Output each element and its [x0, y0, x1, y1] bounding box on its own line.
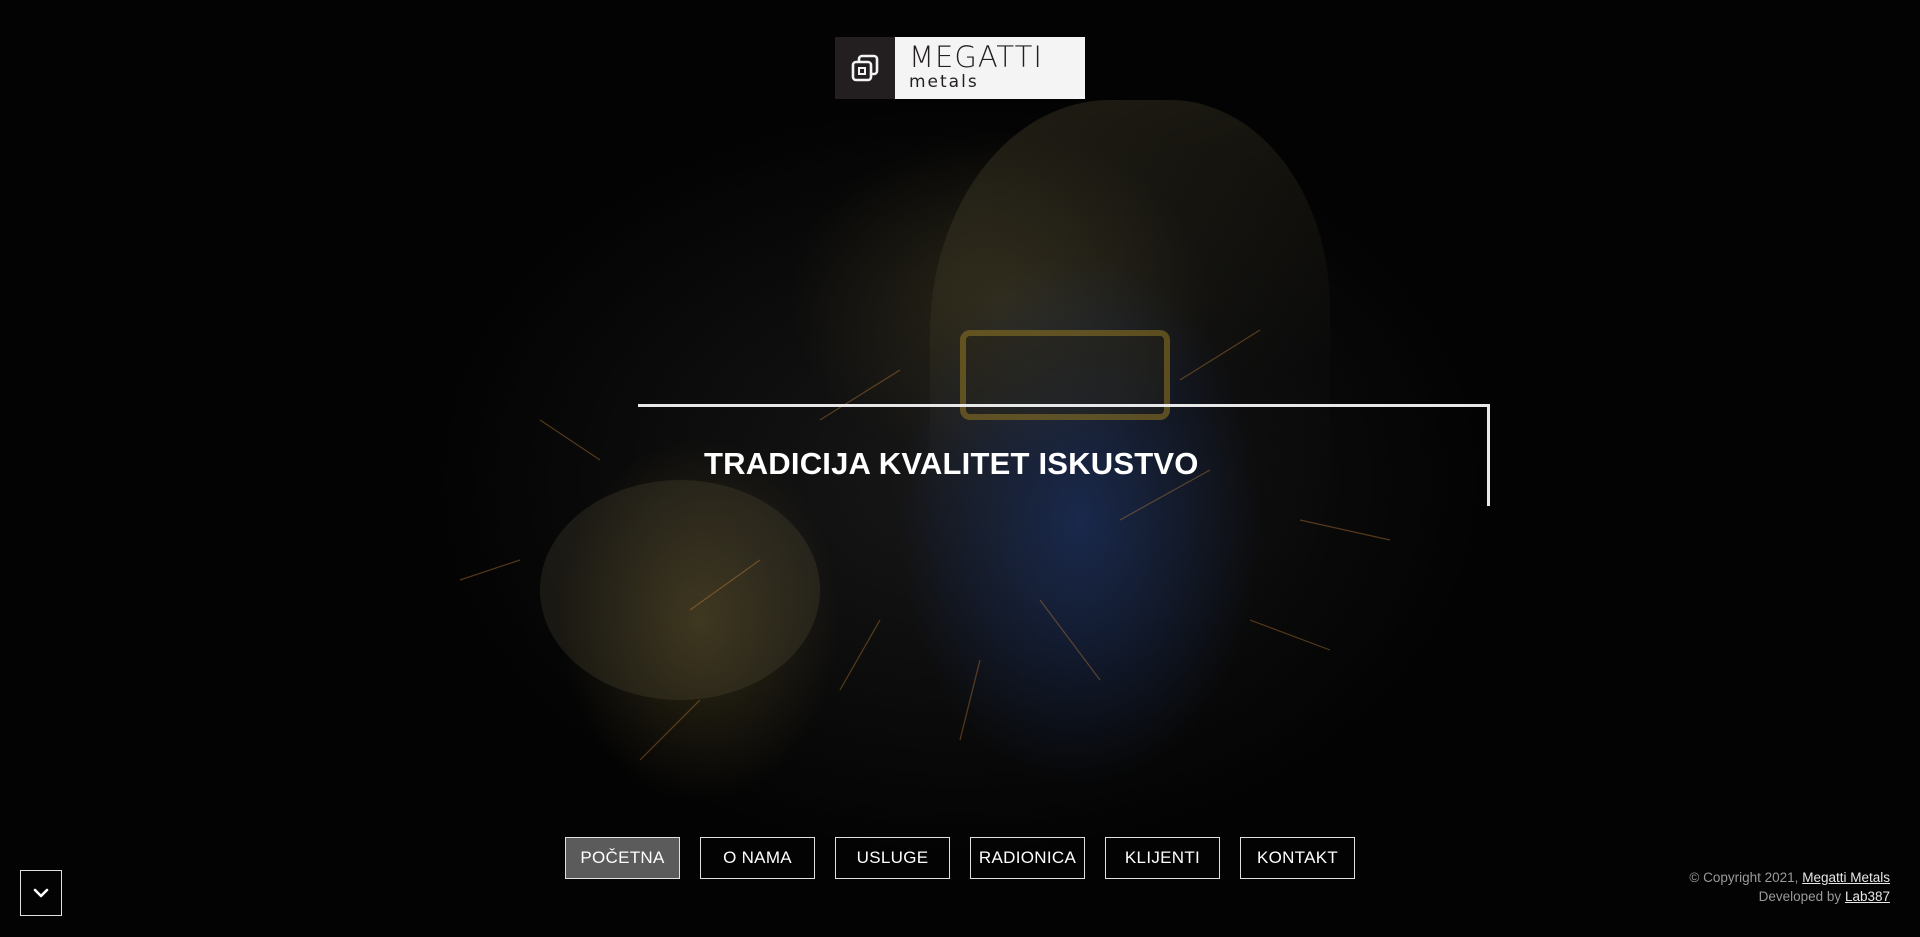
chevron-down-icon [33, 888, 49, 898]
developer-line: Developed by Lab387 [1689, 887, 1890, 906]
nav-item-radionica[interactable]: RADIONICA [970, 837, 1085, 879]
nav-item-klijenti[interactable]: KLIJENTI [1105, 837, 1220, 879]
developed-by-text: Developed by [1758, 889, 1842, 904]
logo-subtitle: metals [909, 72, 979, 92]
site-footer: © Copyright 2021, Megatti Metals Develop… [1689, 868, 1890, 906]
company-link[interactable]: Megatti Metals [1802, 870, 1890, 885]
copyright-text: © Copyright 2021, [1689, 870, 1799, 885]
developer-link[interactable]: Lab387 [1845, 889, 1890, 904]
copyright-line: © Copyright 2021, Megatti Metals [1689, 868, 1890, 887]
logo-name: MEGATTI [909, 40, 1043, 74]
nav-item-pocetna[interactable]: POČETNA [565, 837, 680, 879]
main-nav: POČETNA O NAMA USLUGE RADIONICA KLIJENTI… [565, 837, 1355, 879]
logo-wordmark: MEGATTI metals [895, 37, 1085, 99]
hero-section: MEGATTI metals TRADICIJA KVALITET ISKUST… [0, 0, 1920, 937]
hero-headline: TRADICIJA KVALITET ISKUSTVO [704, 446, 1199, 481]
nav-item-kontakt[interactable]: KONTAKT [1240, 837, 1355, 879]
site-logo[interactable]: MEGATTI metals [835, 37, 1085, 99]
nav-item-o-nama[interactable]: O NAMA [700, 837, 815, 879]
nav-item-usluge[interactable]: USLUGE [835, 837, 950, 879]
scroll-down-button[interactable] [20, 870, 62, 916]
megatti-logo-icon [835, 37, 895, 99]
